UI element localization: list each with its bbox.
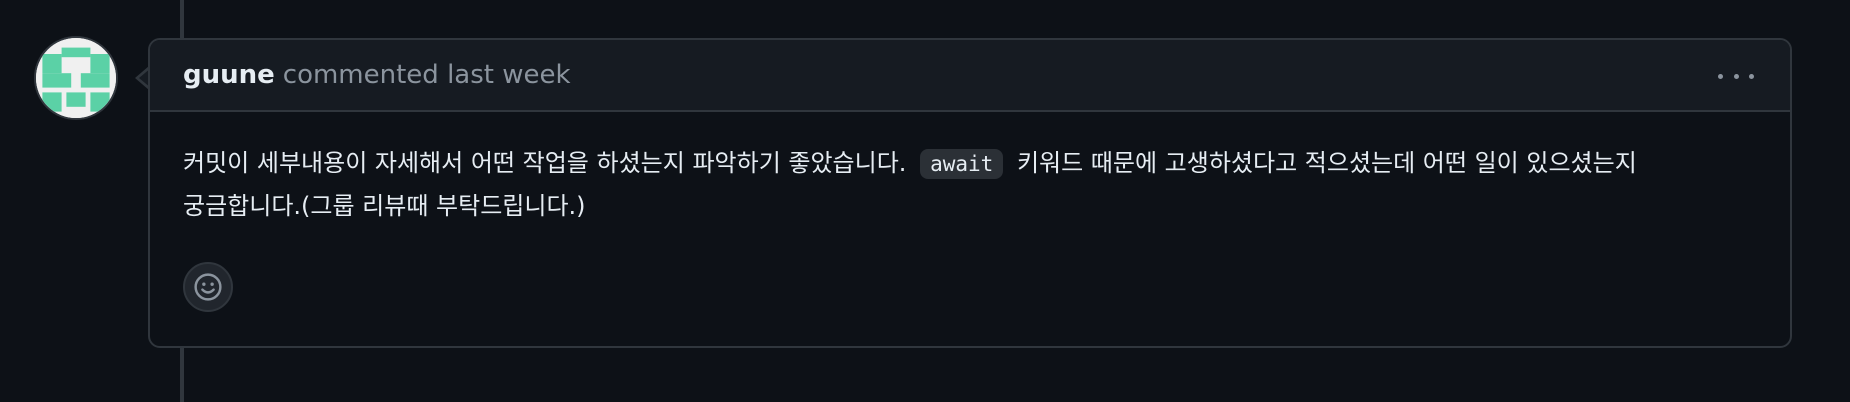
smiley-icon (194, 273, 222, 301)
comment-header: guune commented last week (150, 40, 1790, 112)
author-avatar[interactable] (34, 36, 118, 120)
inline-code: await (920, 149, 1004, 179)
kebab-horizontal-icon (1718, 73, 1723, 79)
identicon-icon (36, 38, 116, 118)
comment-text-part-1: 커밋이 세부내용이 자세해서 어떤 작업을 하셨는지 파악하기 좋았습니다. (183, 149, 907, 177)
comment-text-part-2: 키워드 때문에 고생하셨다고 적으셨는데 어떤 일이 있으셨는지 (1016, 149, 1637, 177)
comment-body: 커밋이 세부내용이 자세해서 어떤 작업을 하셨는지 파악하기 좋았습니다. a… (150, 112, 1790, 227)
comment-text-part-3: 궁금합니다.(그룹 리뷰때 부탁드립니다.) (183, 192, 586, 220)
add-reaction-button[interactable] (183, 262, 233, 312)
comment-card: guune commented last week 커밋이 세부내용이 자세해서… (148, 38, 1792, 348)
comment-author-link[interactable]: guune (183, 60, 275, 90)
timeline: guune commented last week 커밋이 세부내용이 자세해서… (0, 0, 1850, 402)
comment-options-button[interactable] (1718, 62, 1754, 90)
kebab-horizontal-icon (1749, 73, 1754, 79)
comment-timestamp[interactable]: commented last week (283, 60, 571, 90)
kebab-horizontal-icon (1733, 73, 1739, 79)
